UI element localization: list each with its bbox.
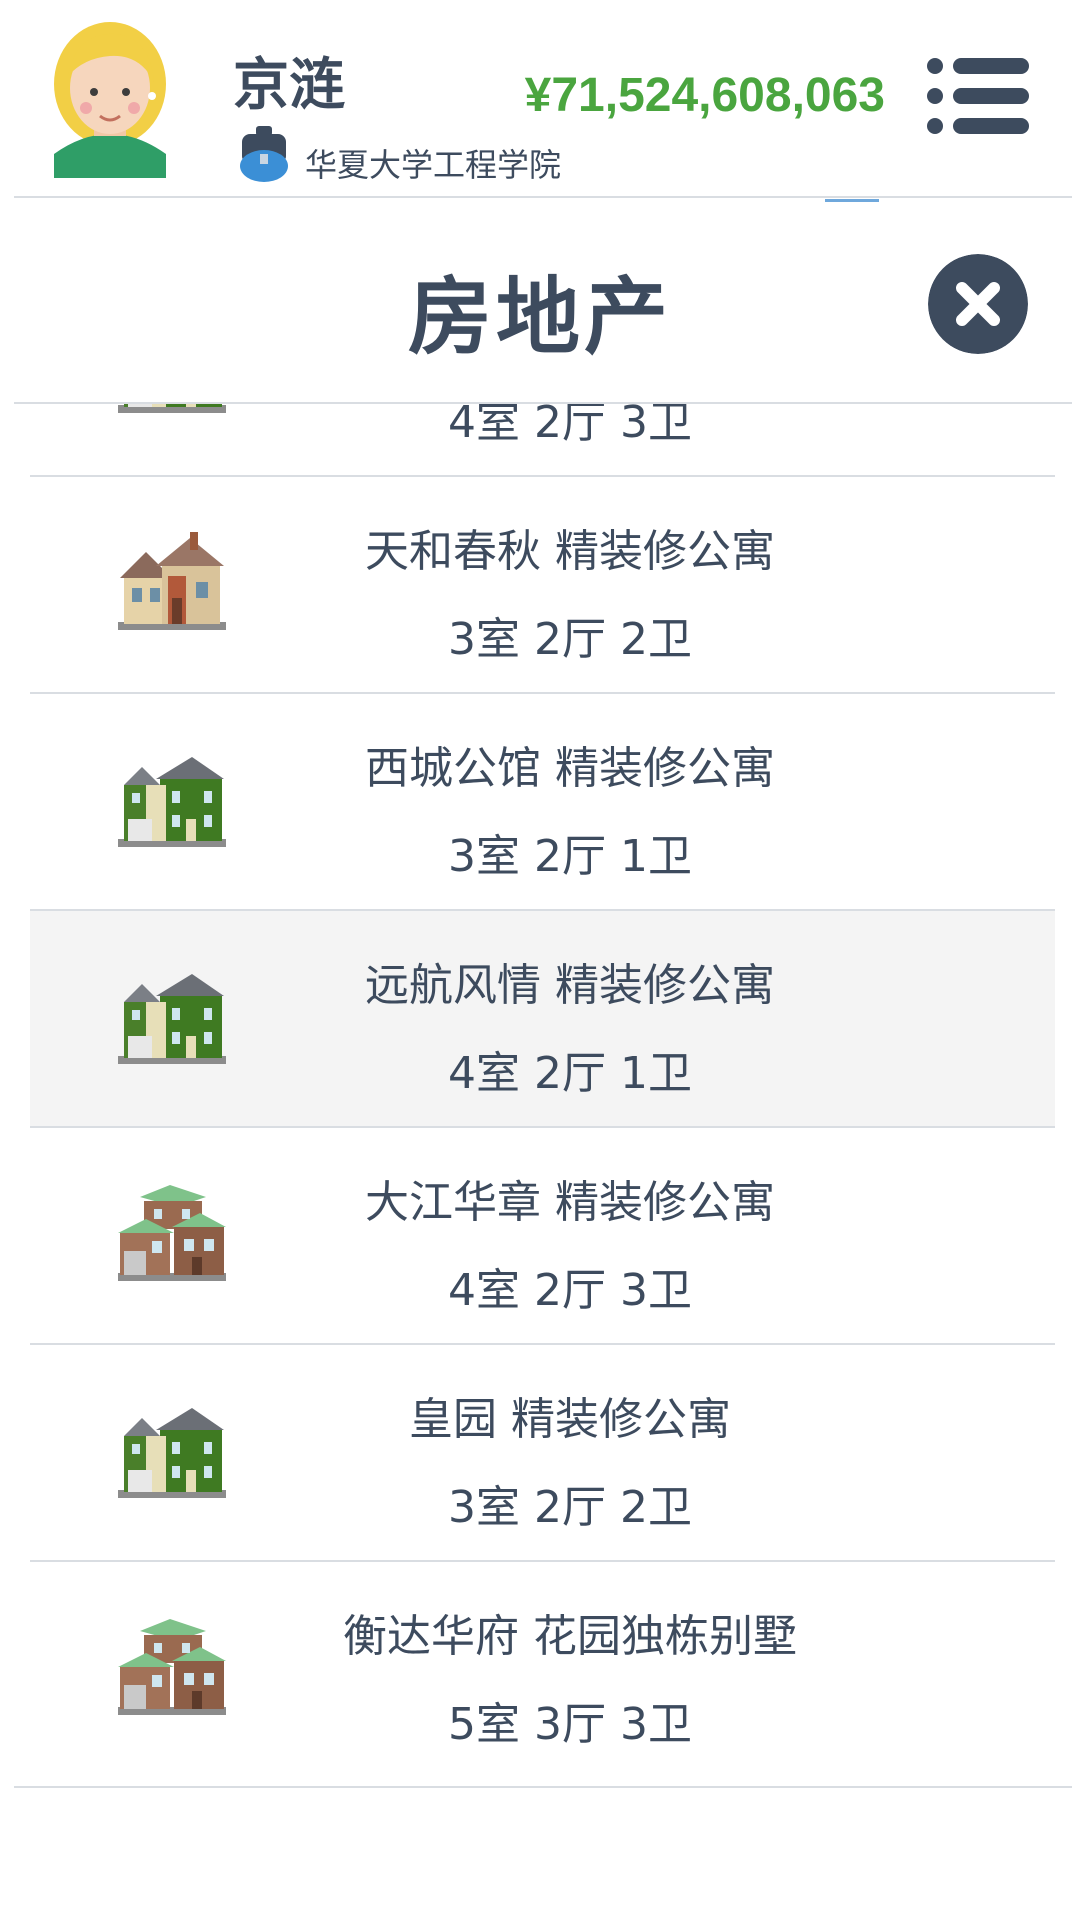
property-rooms: 5室 3厅 3卫 [448, 1699, 692, 1750]
property-rooms: 3室 2厅 2卫 [448, 614, 692, 665]
property-row[interactable]: 大江华章 精装修公寓 4室 2厅 3卫 [30, 1128, 1055, 1345]
property-row[interactable]: 皇园 精装修公寓 3室 2厅 2卫 [30, 1345, 1055, 1562]
property-list[interactable]: 4室 2厅 3卫 天和春秋 精装修公寓 3室 2厅 2卫 西城公馆 精装修公寓 … [30, 404, 1055, 1754]
avatar[interactable] [40, 14, 180, 178]
top-bar: 京涟 华夏大学工程学院 ¥71,524,608,063 [0, 0, 1080, 196]
close-icon[interactable] [928, 254, 1028, 354]
property-rooms: 3室 2厅 1卫 [448, 831, 692, 882]
property-row-selected[interactable]: 远航风情 精装修公寓 4室 2厅 1卫 [30, 911, 1055, 1128]
property-rooms: 3室 2厅 2卫 [448, 1482, 692, 1533]
tab-indicator [825, 199, 879, 202]
school-bag-icon [240, 126, 288, 182]
property-rooms: 4室 2厅 1卫 [448, 1048, 692, 1099]
property-row[interactable]: 天和春秋 精装修公寓 3室 2厅 2卫 [30, 477, 1055, 694]
property-rooms: 4室 2厅 3卫 [448, 404, 692, 448]
property-name: 西城公馆 精装修公寓 [365, 743, 775, 794]
tan-house-icon [116, 532, 228, 632]
header-divider [14, 196, 1072, 198]
property-row[interactable]: 衡达华府 花园独栋别墅 5室 3厅 3卫 [30, 1562, 1055, 1754]
property-name: 衡达华府 花园独栋别墅 [343, 1611, 797, 1662]
brown-house-icon [116, 1183, 228, 1283]
property-name: 皇园 精装修公寓 [409, 1394, 731, 1445]
green-house-icon [116, 1400, 228, 1500]
green-house-icon [116, 749, 228, 849]
property-name: 天和春秋 精装修公寓 [365, 526, 775, 577]
panel-title: 房地产 [407, 268, 672, 366]
money-balance: ¥71,524,608,063 [524, 69, 885, 122]
property-name: 远航风情 精装修公寓 [365, 960, 775, 1011]
list-bottom-divider [14, 1786, 1072, 1788]
school-name: 华夏大学工程学院 [305, 146, 562, 184]
property-row[interactable]: 4室 2厅 3卫 [30, 404, 1055, 477]
property-rooms: 4室 2厅 3卫 [448, 1265, 692, 1316]
player-name: 京涟 [233, 53, 345, 118]
green-house-icon [116, 966, 228, 1066]
property-row[interactable]: 西城公馆 精装修公寓 3室 2厅 1卫 [30, 694, 1055, 911]
brown-house-icon [116, 1617, 228, 1717]
menu-icon[interactable] [925, 56, 1031, 136]
green-house-icon [116, 404, 228, 415]
property-name: 大江华章 精装修公寓 [365, 1177, 775, 1228]
